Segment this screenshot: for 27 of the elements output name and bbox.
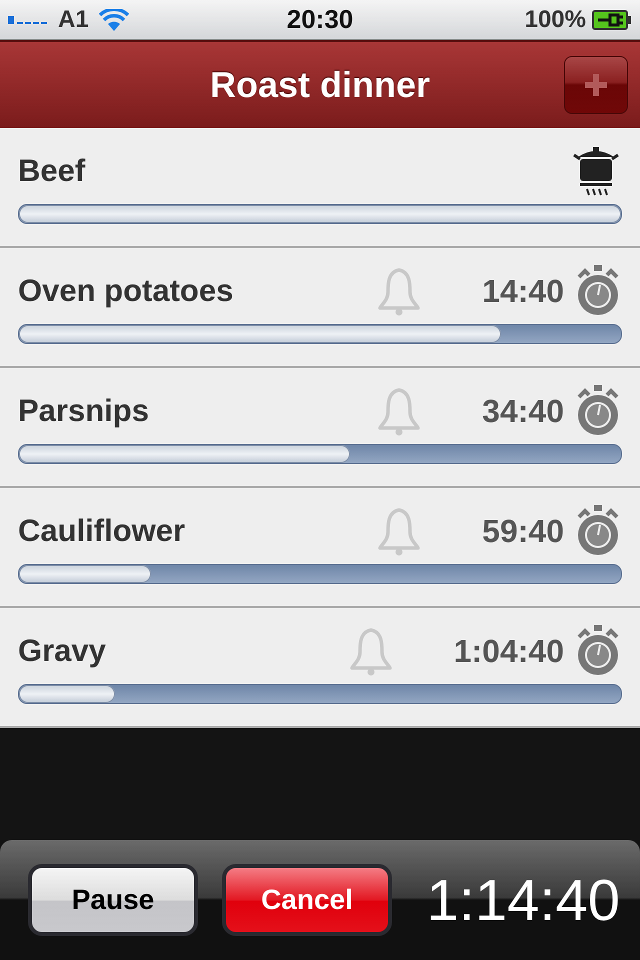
timer-row[interactable]: Parsnips 34:40: [0, 368, 640, 488]
total-time: 1:14:40: [426, 866, 620, 934]
timer-row[interactable]: Cauliflower 59:40: [0, 488, 640, 608]
dish-name: Cauliflower: [18, 513, 186, 549]
wifi-icon: [98, 8, 129, 30]
dish-name: Gravy: [18, 633, 107, 669]
battery-charging-icon: [592, 10, 632, 30]
plus-icon: [583, 72, 609, 98]
status-time: 20:30: [286, 4, 354, 35]
timer-row[interactable]: Gravy 1:04:40: [0, 608, 640, 728]
remaining-time: 14:40: [482, 272, 564, 310]
dish-name: Beef: [18, 153, 86, 189]
add-button[interactable]: [564, 56, 628, 114]
cooking-pot-icon: [570, 145, 622, 197]
timer-row[interactable]: Beef: [0, 128, 640, 248]
timer-row[interactable]: Oven potatoes 14:40: [0, 248, 640, 368]
pause-button[interactable]: Pause: [28, 864, 198, 936]
screen-title: Roast dinner: [210, 64, 430, 106]
carrier-name: A1: [58, 6, 89, 34]
signal-icon: [8, 16, 48, 24]
remaining-time: 1:04:40: [454, 632, 564, 670]
dish-name: Parsnips: [18, 393, 150, 429]
cancel-button[interactable]: Cancel: [222, 864, 392, 936]
dish-name: Oven potatoes: [18, 273, 234, 309]
remaining-time: 59:40: [482, 512, 564, 550]
remaining-time: 34:40: [482, 392, 564, 430]
battery-percent: 100%: [524, 6, 586, 34]
